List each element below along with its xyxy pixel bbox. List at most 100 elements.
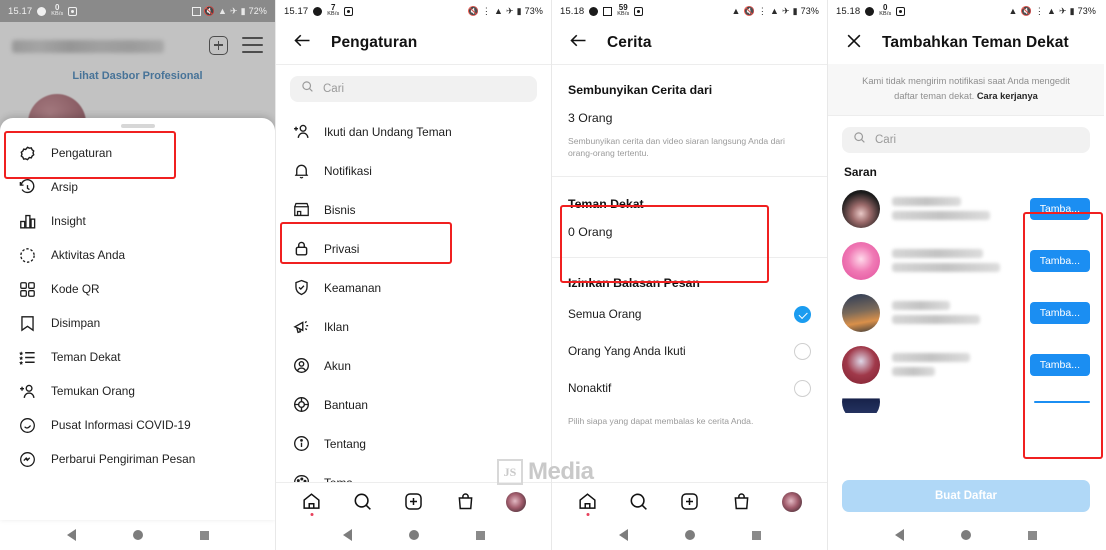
page-title: Tambahkan Teman Dekat bbox=[882, 34, 1069, 51]
replies-option-semua-orang[interactable]: Semua Orang bbox=[552, 296, 827, 333]
radio-selected-icon[interactable] bbox=[794, 305, 811, 323]
airplane-icon: ✈ bbox=[781, 5, 790, 16]
notice-divider bbox=[828, 114, 1104, 116]
camera-icon bbox=[68, 6, 78, 16]
sheet-item-pengaturan[interactable]: Pengaturan bbox=[0, 136, 275, 170]
professional-dashboard-link[interactable]: Lihat Dasbor Profesional bbox=[0, 70, 275, 82]
sheet-item-aktivitas-anda[interactable]: Aktivitas Anda bbox=[0, 238, 275, 272]
how-it-works-link[interactable]: Cara kerjanya bbox=[977, 91, 1038, 101]
close-friends-block[interactable]: Teman Dekat 0 Orang bbox=[552, 179, 827, 255]
nav-home-icon[interactable] bbox=[960, 530, 971, 540]
tab-profile[interactable] bbox=[505, 491, 526, 512]
sheet-item-arsip[interactable]: Arsip bbox=[0, 170, 275, 204]
nav-recents-icon[interactable] bbox=[751, 530, 761, 540]
lock-icon bbox=[292, 239, 311, 258]
battery-icon: ▮ bbox=[516, 5, 522, 16]
list-item[interactable]: Tamba... bbox=[828, 235, 1104, 287]
nav-home-icon[interactable] bbox=[684, 530, 695, 540]
signal-icon: ⋮ bbox=[1034, 5, 1044, 16]
hamburger-menu-icon[interactable] bbox=[242, 37, 263, 53]
settings-item-bisnis[interactable]: Bisnis bbox=[276, 190, 551, 229]
nav-home-icon[interactable] bbox=[408, 530, 419, 540]
search-placeholder: Cari bbox=[323, 83, 345, 95]
nav-back-icon[interactable] bbox=[66, 529, 76, 541]
sheet-item-label: Teman Dekat bbox=[51, 350, 121, 364]
settings-item-notifikasi[interactable]: Notifikasi bbox=[276, 151, 551, 190]
replies-note: Pilih siapa yang dapat membalas ke cerit… bbox=[568, 415, 754, 426]
close-icon[interactable] bbox=[844, 31, 864, 56]
tab-add-post[interactable] bbox=[403, 491, 424, 512]
tab-home[interactable] bbox=[577, 491, 598, 516]
replies-option-nonaktif[interactable]: Nonaktif bbox=[552, 370, 827, 407]
sheet-item-disimpan[interactable]: Disimpan bbox=[0, 306, 275, 340]
camera-icon bbox=[344, 6, 354, 16]
archive-clock-icon bbox=[18, 178, 37, 197]
list-item-partial[interactable] bbox=[828, 390, 1104, 413]
sheet-item-pusat-covid[interactable]: Pusat Informasi COVID-19 bbox=[0, 408, 275, 442]
notice-text: Kami tidak mengirim notifikasi saat Anda… bbox=[862, 76, 1070, 101]
search-input[interactable]: Cari bbox=[842, 126, 1090, 153]
nav-back-icon[interactable] bbox=[342, 529, 352, 541]
back-arrow-icon[interactable] bbox=[292, 30, 313, 56]
camera-icon bbox=[896, 6, 906, 16]
settings-app-bar: Pengaturan bbox=[276, 22, 551, 64]
tab-home[interactable] bbox=[301, 491, 322, 516]
sheet-drag-handle[interactable] bbox=[120, 124, 155, 128]
back-arrow-icon[interactable] bbox=[568, 30, 589, 56]
nav-home-icon[interactable] bbox=[132, 530, 143, 540]
radio-unselected-icon[interactable] bbox=[794, 342, 811, 360]
settings-item-keamanan[interactable]: Keamanan bbox=[276, 268, 551, 307]
add-button[interactable]: Tamba... bbox=[1029, 301, 1090, 324]
settings-item-label: Privasi bbox=[324, 241, 360, 256]
replies-heading: Izinkan Balasan Pesan bbox=[568, 275, 700, 290]
sheet-item-perbarui-pesan[interactable]: Perbarui Pengiriman Pesan bbox=[0, 442, 275, 476]
tab-profile[interactable] bbox=[781, 491, 802, 512]
lifebuoy-icon bbox=[292, 395, 311, 414]
close-friends-list-icon bbox=[18, 348, 37, 367]
search-input[interactable]: Cari bbox=[290, 76, 537, 102]
megaphone-icon bbox=[292, 317, 311, 336]
tab-add-post[interactable] bbox=[679, 491, 700, 512]
settings-item-ikuti-undang-teman[interactable]: Ikuti dan Undang Teman bbox=[276, 112, 551, 151]
tab-shop[interactable] bbox=[455, 491, 476, 512]
avatar bbox=[505, 491, 526, 512]
nav-back-icon[interactable] bbox=[894, 529, 904, 541]
nav-recents-icon[interactable] bbox=[475, 530, 485, 540]
list-item[interactable]: Tamba... bbox=[828, 339, 1104, 391]
tab-shop[interactable] bbox=[731, 491, 752, 512]
radio-unselected-icon[interactable] bbox=[794, 379, 811, 397]
create-list-button[interactable]: Buat Daftar bbox=[842, 480, 1090, 512]
hide-story-value[interactable]: 3 Orang bbox=[552, 97, 827, 125]
add-button-partial[interactable] bbox=[1034, 400, 1090, 403]
add-button[interactable]: Tamba... bbox=[1029, 249, 1090, 272]
nav-recents-icon[interactable] bbox=[199, 530, 209, 540]
tab-search[interactable] bbox=[352, 491, 373, 512]
sheet-item-temukan-orang[interactable]: Temukan Orang bbox=[0, 374, 275, 408]
sheet-item-kode-qr[interactable]: Kode QR bbox=[0, 272, 275, 306]
nav-back-icon[interactable] bbox=[618, 529, 628, 541]
settings-item-iklan[interactable]: Iklan bbox=[276, 307, 551, 346]
tab-search[interactable] bbox=[628, 491, 649, 512]
list-item[interactable]: Tamba... bbox=[828, 287, 1104, 339]
list-item[interactable]: Tamba... bbox=[828, 183, 1104, 235]
replies-option-orang-yang-anda-ikuti[interactable]: Orang Yang Anda Ikuti bbox=[552, 333, 827, 370]
airplane-icon: ✈ bbox=[229, 5, 238, 16]
sheet-item-teman-dekat[interactable]: Teman Dekat bbox=[0, 340, 275, 374]
app-bar-divider bbox=[276, 64, 551, 65]
settings-item-bantuan[interactable]: Bantuan bbox=[276, 385, 551, 424]
bottom-tab-bar bbox=[552, 482, 827, 520]
add-post-icon[interactable] bbox=[209, 35, 228, 55]
network-speed-indicator: 59 KB/s bbox=[617, 3, 630, 18]
status-time: 15.18 bbox=[836, 5, 861, 17]
nav-recents-icon[interactable] bbox=[1028, 530, 1038, 540]
battery-level: 73% bbox=[524, 6, 543, 16]
add-button[interactable]: Tamba... bbox=[1029, 353, 1090, 376]
sheet-item-insight[interactable]: Insight bbox=[0, 204, 275, 238]
add-button[interactable]: Tamba... bbox=[1029, 197, 1090, 220]
panel-profile: 15.17 0 KB/s 🔇 ▲ ✈ ▮ 72% Lihat Dasbor Pro… bbox=[0, 0, 275, 550]
battery-icon: ▮ bbox=[1069, 5, 1075, 16]
settings-item-akun[interactable]: Akun bbox=[276, 346, 551, 385]
sheet-item-label: Aktivitas Anda bbox=[51, 248, 126, 262]
avatar bbox=[842, 293, 880, 332]
settings-item-privasi[interactable]: Privasi bbox=[276, 229, 551, 268]
